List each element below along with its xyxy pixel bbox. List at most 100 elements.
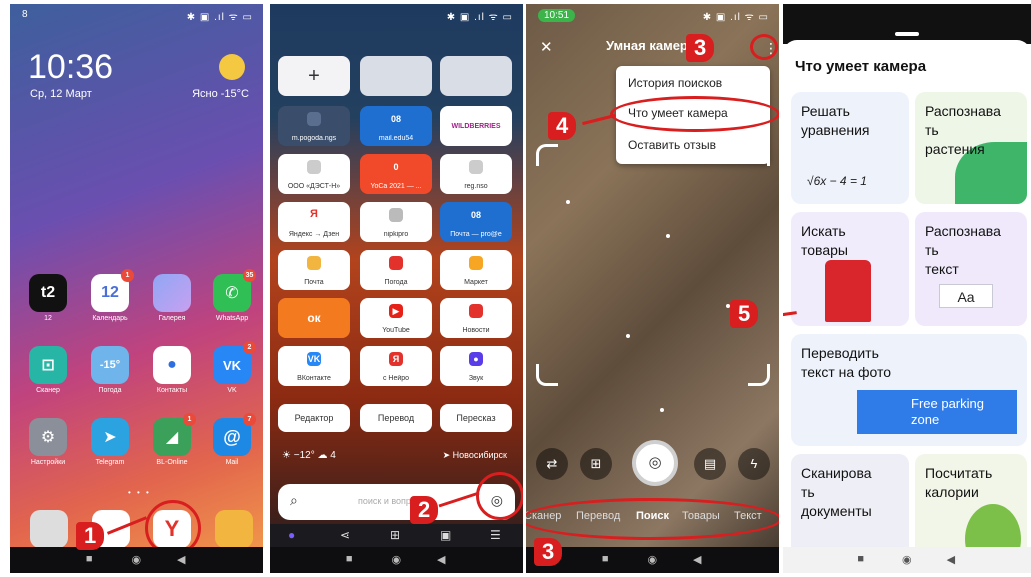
translate-button[interactable]: Перевод [360,404,432,432]
tile-youtube[interactable]: ▶ YouTube [360,298,432,338]
tile-wildberries[interactable]: WILDBERRIES [440,106,512,146]
search-icon: ⌕ [290,492,298,508]
flash-icon[interactable]: ϟ [738,448,770,480]
tile-market[interactable]: Маркет [440,250,512,290]
status-icons: ✱ ▣ .ıl ᯤ ▭ [186,12,253,23]
home-icon[interactable]: ◉ [902,553,912,566]
app-label: Сканер [36,387,60,394]
feature-card-calories[interactable]: Посчитать калории [915,454,1027,560]
feature-card-documents[interactable]: Сканирова ть документы [791,454,909,560]
status-icons: ✱ ▣ .ıl ᯤ ▭ [702,12,769,23]
notes-app-icon[interactable] [215,510,253,548]
feature-card-translate[interactable]: Переводить текст на фото Free parking zo… [791,334,1027,446]
step-marker: 2 [410,496,439,524]
feature-label: Распознава ть текст [925,223,1001,277]
feature-label: Переводить текст на фото [801,345,892,380]
back-icon[interactable]: ◀ [177,553,185,566]
tile-ok[interactable]: ок [278,298,350,338]
system-nav-bar: ■ ◉ ◀ [783,547,1031,573]
tile-pochta[interactable]: Почта [278,250,350,290]
app-whatsapp[interactable]: ✆ 35 WhatsApp [206,269,258,322]
notification-badge: 1 [183,413,196,426]
app-settings[interactable]: ⚙ Настройки [22,418,74,466]
app-telegram[interactable]: ➤ Telegram [84,418,136,466]
add-tile-button[interactable]: + [278,56,350,96]
feature-label: Сканирова ть документы [801,465,872,519]
tile-dest[interactable]: ООО «ДЭСТ-Н» [278,154,350,194]
alice-icon[interactable]: ● [288,528,295,542]
feature-card-text[interactable]: Распознава ть текст Aa [915,212,1027,326]
back-icon[interactable]: ◀ [693,553,701,566]
shutter-button[interactable]: ◎ [632,440,678,486]
tile-yoca[interactable]: 0 YoCa 2021 — ... [360,154,432,194]
gallery-icon[interactable]: ⊞ [580,448,612,480]
sheet-handle[interactable] [895,32,919,36]
app-bl-online[interactable]: ◢ 1 BL-Online [146,413,198,466]
home-icon[interactable]: ◉ [647,553,657,566]
tile-reg-nso[interactable]: reg.nso [440,154,512,194]
tile-pogoda[interactable]: Погода [360,250,432,290]
contacts-icon: ● [153,346,191,384]
app-mail[interactable]: @7 Mail [206,413,258,466]
retell-button[interactable]: Пересказ [440,404,512,432]
app-calendar[interactable]: 12 1 Календарь [84,269,136,322]
status-bar: 8 ✱ ▣ .ıl ᯤ ▭ [10,4,263,26]
viewfinder-corner [748,144,770,166]
feature-card-equations[interactable]: Решать уравнения √6x − 4 = 1 [791,92,909,204]
tile-yandex-dzen[interactable]: Я Яндекс → Дзен [278,202,350,242]
share-icon[interactable]: ⋖ [340,528,350,542]
tile-news[interactable]: Новости [440,298,512,338]
notification-badge: 2 [243,341,256,354]
tile-nipkipro[interactable]: nipkipro [360,202,432,242]
recents-icon[interactable]: ■ [602,553,609,565]
sun-icon [219,54,245,80]
recents-icon[interactable]: ■ [346,553,353,565]
scan-dot [666,234,670,238]
feature-label: Посчитать калории [925,465,993,500]
menu-icon[interactable]: ☰ [490,528,501,542]
home-icon[interactable]: ◉ [131,553,141,566]
flip-camera-icon[interactable]: ⇄ [536,448,568,480]
tile-mail-edu[interactable]: 08 mail.edu54 [360,106,432,146]
whatsapp-icon: ✆ 35 [213,269,256,312]
app-vk[interactable]: VK 2 VK [206,341,258,394]
app-label: Настройки [30,459,66,466]
tile-neuro[interactable]: Яс Нейро [360,346,432,386]
close-icon[interactable]: ✕ [540,38,553,56]
feature-card-plants[interactable]: Распознава ть растения [915,92,1027,204]
app-weather[interactable]: -15° Погода [84,346,136,394]
app-scanner[interactable]: ⊡ Сканер [22,346,74,394]
back-icon[interactable]: ◀ [947,553,955,566]
status-left: 8 [22,9,28,20]
camera-app-icon[interactable] [30,510,68,548]
app-label: Галерея [158,315,186,322]
back-icon[interactable]: ◀ [437,553,445,566]
feature-card-products[interactable]: Искать товары [791,212,909,326]
viewfinder-corner [748,364,770,386]
menu-item-history[interactable]: История поисков [628,76,722,90]
recents-icon[interactable]: ■ [857,553,864,565]
tile-vkontakte[interactable]: VK ВКонтакте [278,346,350,386]
editor-button[interactable]: Редактор [278,404,350,432]
status-bar: ✱ ▣ .ıl ᯤ ▭ [270,4,523,26]
empty-tile [360,56,432,96]
system-nav-bar: ■ ◉ ◀ [270,547,523,573]
gallery-icon [153,274,191,312]
text-sample: Aa [939,284,993,308]
home-icon[interactable]: ◉ [391,553,401,566]
scan-dot [660,408,664,412]
tile-pochta-pro[interactable]: 08 Почта — pro@e [440,202,512,242]
highlight-oval [526,498,779,540]
page-indicator: • • • [128,488,151,497]
screen-icon[interactable]: ▣ [440,528,451,542]
tabs-icon[interactable]: ⊞ [390,528,400,542]
text-mode-icon[interactable]: ▤ [694,448,726,480]
recents-icon[interactable]: ■ [86,553,93,565]
app-gallery[interactable]: Галерея [146,274,198,322]
app-t2[interactable]: t2 12 [22,274,74,322]
tile-zvuk[interactable]: ● Звук [440,346,512,386]
tile-pogoda[interactable]: m.pogoda.ngs [278,106,350,146]
system-nav-bar: ■ ◉ ◀ [526,547,779,573]
menu-item-feedback[interactable]: Оставить отзыв [628,138,716,152]
app-contacts[interactable]: ● Контакты [146,346,198,394]
